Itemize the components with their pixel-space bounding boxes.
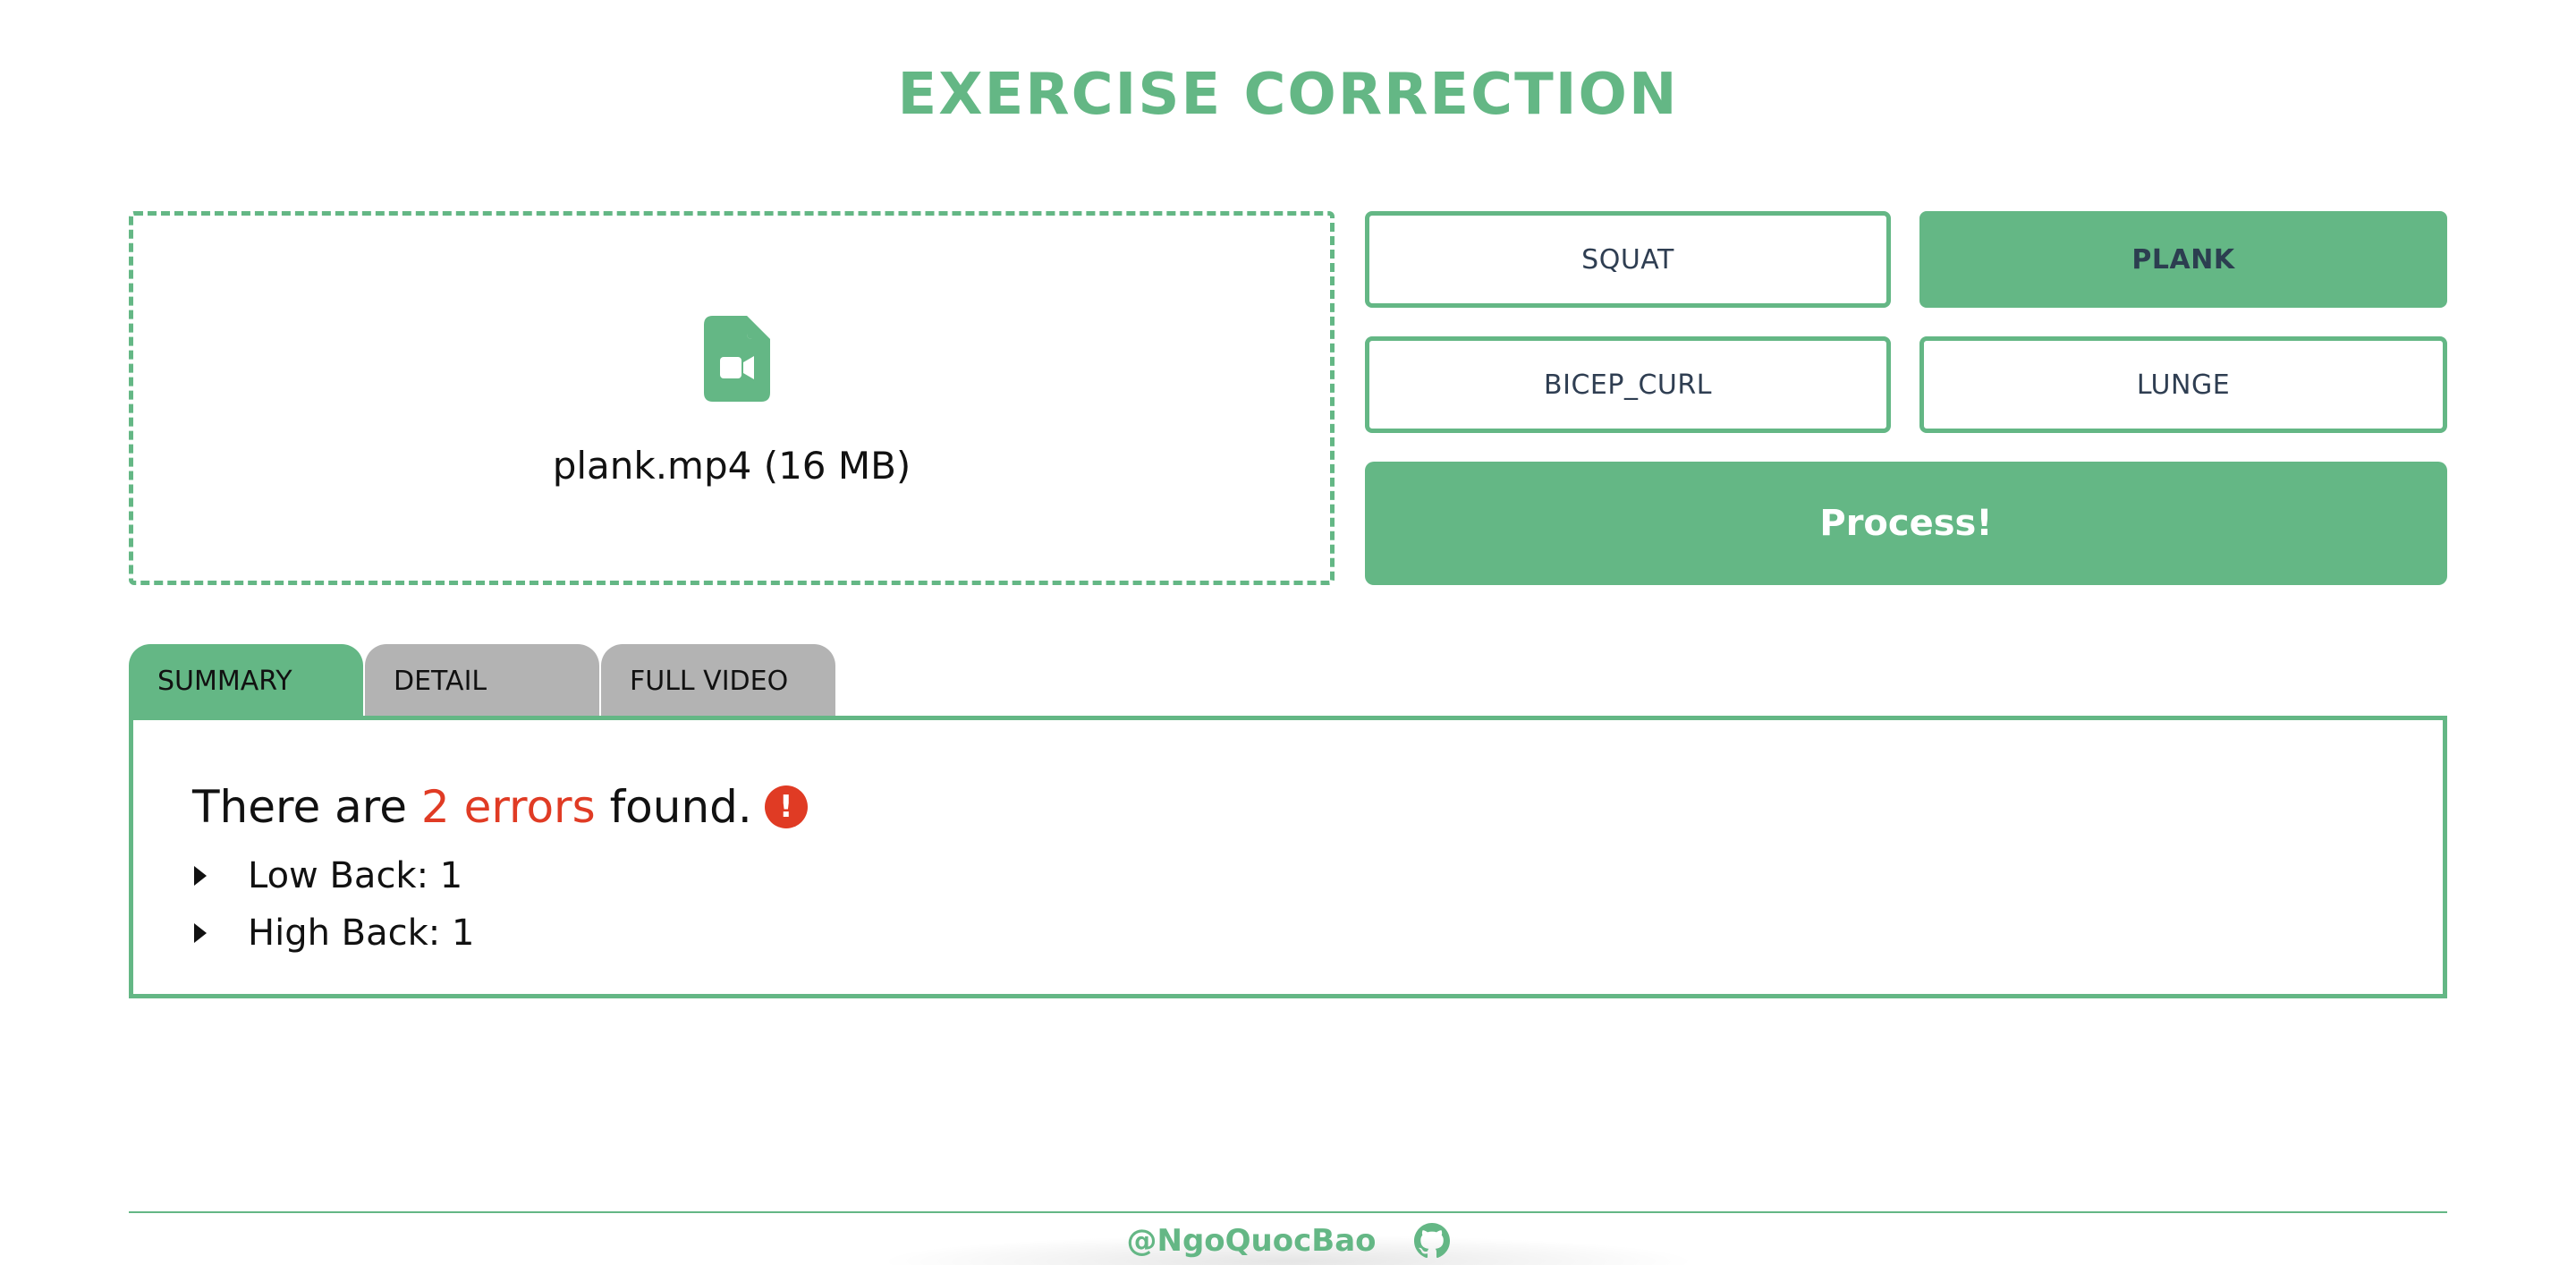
summary-suffix: found. — [595, 781, 752, 833]
file-video-icon — [704, 316, 770, 402]
result-tabs: SUMMARY DETAIL FULL VIDEO — [129, 644, 837, 717]
tab-summary[interactable]: SUMMARY — [129, 644, 363, 717]
tab-full-video[interactable]: FULL VIDEO — [601, 644, 835, 717]
footer-divider — [129, 1211, 2447, 1213]
caret-right-icon — [194, 866, 207, 886]
exercise-button-plank[interactable]: PLANK — [1919, 211, 2447, 308]
summary-prefix: There are — [192, 781, 421, 833]
page-title: EXERCISE CORRECTION — [897, 62, 1679, 128]
footer: @NgoQuocBao — [0, 1218, 2576, 1263]
uploaded-file-name: plank.mp4 (16 MB) — [552, 444, 911, 488]
process-button[interactable]: Process! — [1365, 462, 2447, 585]
exercise-button-squat[interactable]: SQUAT — [1365, 211, 1891, 308]
error-label: Low Back: 1 — [248, 855, 463, 896]
error-list: Low Back: 1 High Back: 1 — [194, 847, 474, 962]
summary-heading: There are 2 errors found. ! — [192, 777, 808, 836]
error-label: High Back: 1 — [248, 913, 475, 954]
summary-panel: There are 2 errors found. ! Low Back: 1 … — [129, 716, 2447, 998]
app-page: EXERCISE CORRECTION plank.mp4 (16 MB) SQ… — [0, 0, 2576, 1265]
video-dropzone[interactable]: plank.mp4 (16 MB) — [129, 211, 1335, 585]
tab-detail[interactable]: DETAIL — [365, 644, 599, 717]
exercise-button-bicep-curl[interactable]: BICEP_CURL — [1365, 336, 1891, 433]
list-item[interactable]: High Back: 1 — [194, 904, 474, 962]
caret-right-icon — [194, 923, 207, 943]
error-count: 2 errors — [420, 781, 596, 833]
alert-icon: ! — [764, 785, 808, 828]
author-link[interactable]: @NgoQuocBao — [1127, 1223, 1377, 1259]
github-icon[interactable] — [1413, 1223, 1450, 1259]
exercise-button-lunge[interactable]: LUNGE — [1919, 336, 2447, 433]
list-item[interactable]: Low Back: 1 — [194, 847, 474, 904]
